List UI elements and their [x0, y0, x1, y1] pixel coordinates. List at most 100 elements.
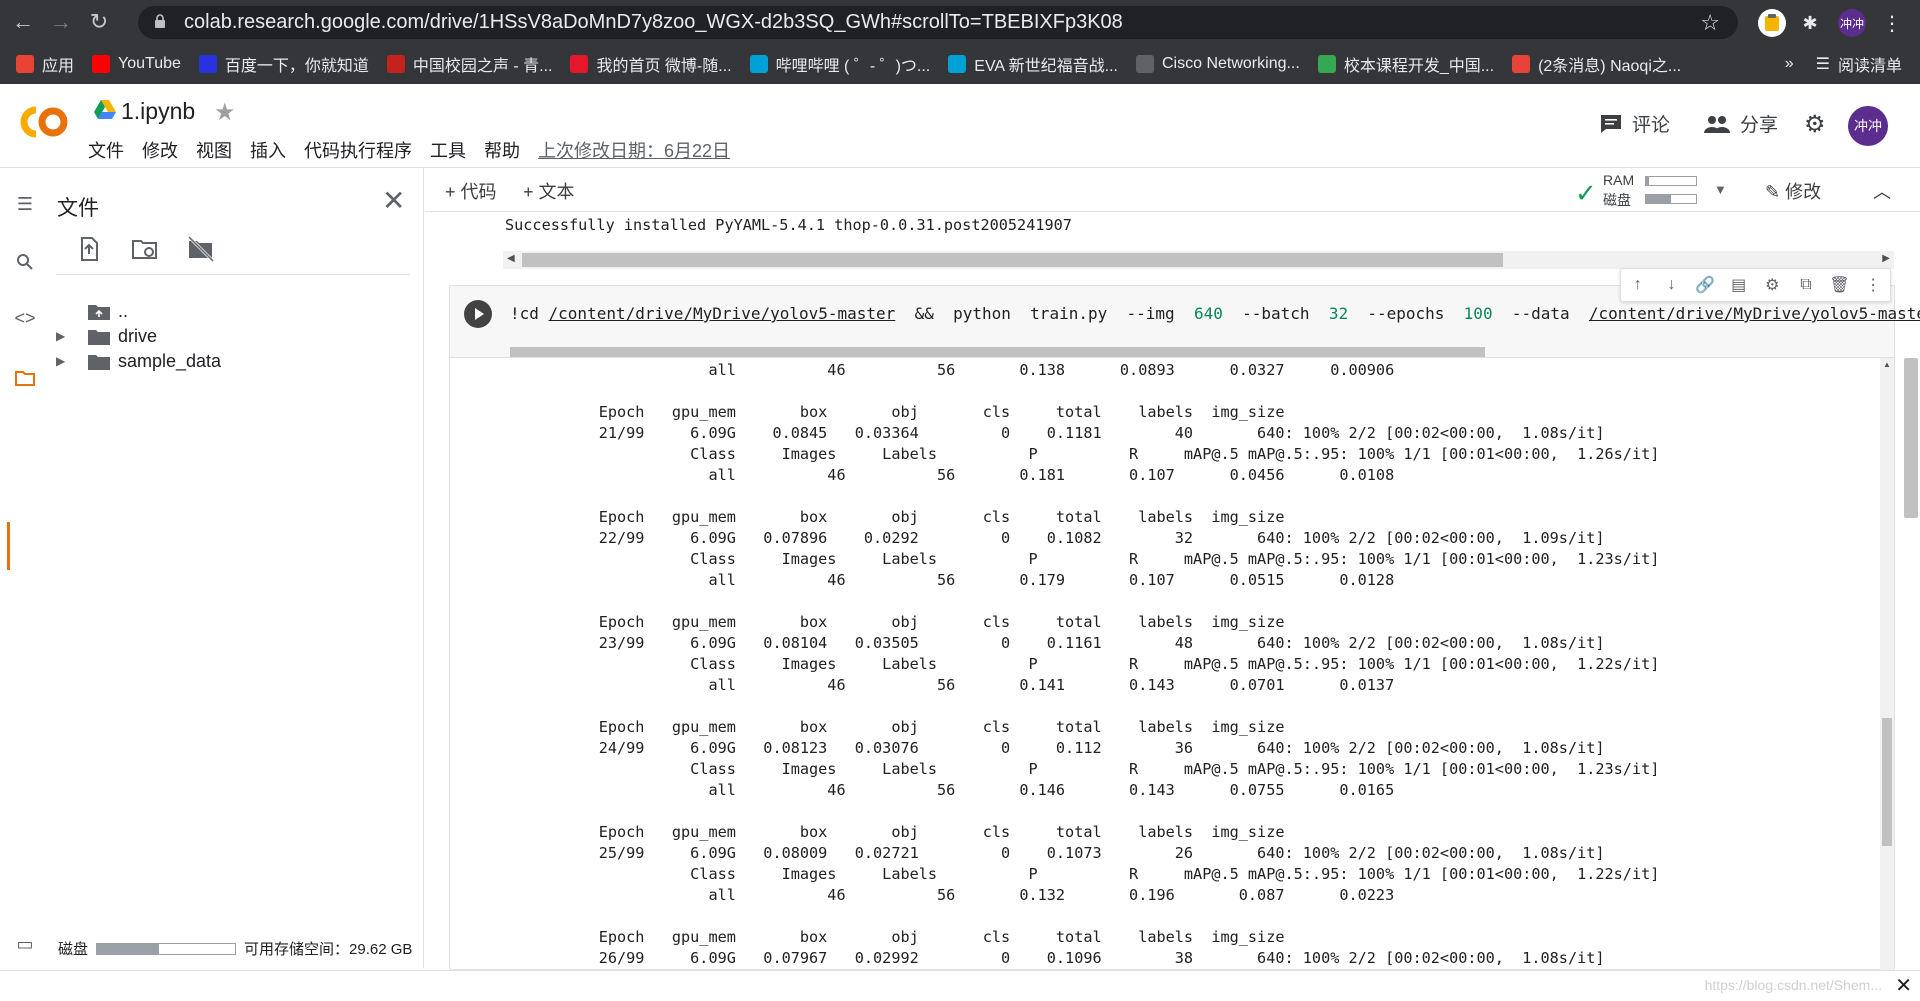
sidebar-title: 文件 — [57, 197, 99, 220]
reload-icon[interactable]: ↻ — [84, 7, 114, 37]
expand-arrow-icon[interactable]: ▶ — [56, 354, 76, 368]
colab-logo[interactable] — [16, 102, 72, 142]
refresh-folder-icon[interactable] — [130, 234, 160, 264]
menu-item[interactable]: 帮助 — [484, 137, 520, 163]
output-line: 23/99 6.09G 0.08104 0.03505 0 0.1161 48 … — [553, 634, 1605, 652]
forward-icon[interactable]: → — [46, 7, 76, 37]
menu-item[interactable]: 代码执行程序 — [304, 137, 412, 163]
page-scrollbar-thumb[interactable] — [1904, 358, 1918, 518]
bookmark-favicon-icon — [570, 55, 589, 73]
last-modified-link[interactable]: 上次修改日期：6月22日 — [538, 137, 730, 163]
active-indicator — [7, 522, 10, 570]
browser-menu-icon[interactable]: ⋮ — [1878, 9, 1906, 37]
code-cell[interactable]: !cd /content/drive/MyDrive/yolov5-master… — [449, 285, 1920, 970]
menu-item[interactable]: 修改 — [142, 137, 178, 163]
browser-toolbar: ← → ↻ colab.research.google.com/drive/1H… — [0, 0, 1920, 44]
mirror-cell-icon[interactable]: ⧉ — [1789, 276, 1823, 294]
code-batch-value: 32 — [1328, 304, 1349, 323]
bookmark-item[interactable]: 中国校园之声 - 青... — [386, 52, 552, 76]
edit-button[interactable]: ✎ 修改 — [1765, 178, 1821, 204]
scrollbar-thumb[interactable] — [522, 253, 1503, 267]
disk-label: 磁盘 — [58, 941, 89, 958]
table-of-contents-icon[interactable]: ☰ — [12, 192, 38, 216]
apps-grid-icon — [16, 55, 34, 73]
code-mid-3: --epochs — [1348, 304, 1464, 323]
bookmark-item[interactable]: 我的首页 微博-随... — [570, 52, 732, 76]
file-tree-item[interactable]: .. — [56, 298, 128, 324]
bookmark-item[interactable]: YouTube — [92, 55, 181, 73]
file-tree-item[interactable]: ▶ drive — [56, 323, 157, 349]
code-mid-4: --data — [1492, 304, 1589, 323]
bookmark-item[interactable]: EVA 新世纪福音战... — [948, 52, 1118, 76]
output-horizontal-scrollbar[interactable]: ◀ ▶ — [503, 251, 1894, 269]
menu-item[interactable]: 工具 — [430, 137, 466, 163]
expand-arrow-icon[interactable]: ▶ — [56, 329, 76, 343]
bookmark-item[interactable]: 校本课程开发_中国... — [1317, 52, 1494, 76]
output-vertical-scrollbar[interactable]: ▲ — [1880, 358, 1894, 970]
bookmark-item[interactable]: Cisco Networking... — [1136, 55, 1300, 73]
comment-cell-icon[interactable]: ▤ — [1722, 275, 1756, 295]
resources-dropdown-icon[interactable]: ▼ — [1714, 182, 1727, 197]
url-text[interactable]: colab.research.google.com/drive/1HSsV8aD… — [184, 11, 1123, 34]
extension-clipboard-icon[interactable] — [1758, 9, 1786, 37]
collapse-header-icon[interactable]: ︿ — [1873, 178, 1891, 204]
menu-item[interactable]: 视图 — [196, 137, 232, 163]
add-text-button[interactable]: + 文本 — [523, 178, 575, 204]
menu-item[interactable]: 文件 — [88, 137, 124, 163]
scroll-right-icon[interactable]: ▶ — [1882, 253, 1890, 264]
bookmark-label: (2条消息) Naoqi之... — [1538, 58, 1682, 75]
mount-drive-off-icon[interactable] — [186, 234, 216, 264]
cell-settings-icon[interactable]: ⚙ — [1756, 275, 1790, 295]
add-code-button[interactable]: + 代码 — [445, 178, 497, 204]
menu-item[interactable]: 插入 — [250, 137, 286, 163]
settings-gear-icon[interactable]: ⚙ — [1804, 110, 1826, 139]
code-snippets-icon[interactable]: <> — [12, 306, 38, 330]
move-down-icon[interactable]: ↓ — [1655, 276, 1689, 294]
bookmark-item[interactable]: (2条消息) Naoqi之... — [1512, 52, 1681, 76]
bottom-bar: https://blog.csdn.net/Shem... ✕ — [0, 970, 1920, 1001]
files-sidebar: 文件 ✕ .. ▶ drive ▶ sample_data 磁盘 可用存储空间：29.6… — [48, 168, 424, 968]
profile-avatar[interactable]: 冲冲 — [1838, 9, 1866, 37]
google-drive-icon[interactable] — [94, 100, 116, 120]
link-icon[interactable]: 🔗 — [1688, 275, 1722, 295]
share-button[interactable]: 分享 — [1704, 110, 1778, 137]
output-line: all 46 56 0.141 0.143 0.0701 0.0137 — [553, 676, 1395, 694]
bookmark-item[interactable]: 哔哩哔哩 ( ゜- ゜)つ... — [749, 52, 930, 76]
output-scrollbar-thumb[interactable] — [1882, 718, 1892, 846]
close-icon[interactable]: ✕ — [1895, 973, 1912, 998]
sidebar-divider — [56, 274, 410, 275]
bookmark-star-icon[interactable]: ☆ — [1700, 10, 1720, 36]
bookmark-item[interactable]: 百度一下，你就知道 — [198, 52, 369, 76]
close-icon[interactable]: ✕ — [382, 184, 405, 217]
notebook-title[interactable]: 1.ipynb — [121, 98, 195, 125]
bookmark-item[interactable]: 应用 — [16, 52, 74, 76]
more-options-icon[interactable]: ⋮ — [1856, 275, 1890, 295]
star-icon[interactable]: ★ — [214, 98, 236, 127]
comment-button[interactable]: 评论 — [1600, 110, 1670, 137]
back-icon[interactable]: ← — [8, 7, 38, 37]
code-path-2: /content/drive/MyDrive/yolov5-master/yol… — [1588, 304, 1920, 323]
address-bar[interactable]: colab.research.google.com/drive/1HSsV8aD… — [138, 6, 1738, 39]
scroll-up-icon[interactable]: ▲ — [1883, 360, 1891, 369]
terminal-icon[interactable]: ▭ — [12, 932, 38, 956]
ram-disk-indicator[interactable]: ✓ RAM 磁盘 — [1575, 172, 1697, 208]
run-cell-button[interactable] — [464, 300, 492, 328]
move-up-icon[interactable]: ↑ — [1621, 276, 1655, 294]
files-folder-icon[interactable] — [12, 366, 38, 390]
search-icon[interactable] — [12, 250, 38, 274]
code-img-value: 640 — [1193, 304, 1223, 323]
code-epochs-value: 100 — [1463, 304, 1493, 323]
code-mid-2: --batch — [1222, 304, 1329, 323]
output-line: Class Images Labels P R mAP@.5 mAP@.5:.9… — [553, 550, 1660, 568]
code-horizontal-scrollbar[interactable] — [510, 347, 1485, 357]
file-tree-item[interactable]: ▶ sample_data — [56, 348, 221, 374]
delete-icon[interactable]: 🗑 — [1823, 275, 1857, 295]
extensions-puzzle-icon[interactable]: ✱ — [1796, 9, 1824, 37]
scroll-left-icon[interactable]: ◀ — [507, 253, 515, 264]
user-avatar[interactable]: 冲冲 — [1848, 106, 1888, 146]
upload-file-icon[interactable] — [74, 234, 104, 264]
bookmark-favicon-icon — [1136, 55, 1154, 73]
more-bookmarks-button[interactable]: » — [1785, 55, 1794, 73]
reading-list-button[interactable]: 阅读清单 — [1838, 52, 1902, 76]
code-line[interactable]: !cd /content/drive/MyDrive/yolov5-master… — [510, 304, 1920, 323]
